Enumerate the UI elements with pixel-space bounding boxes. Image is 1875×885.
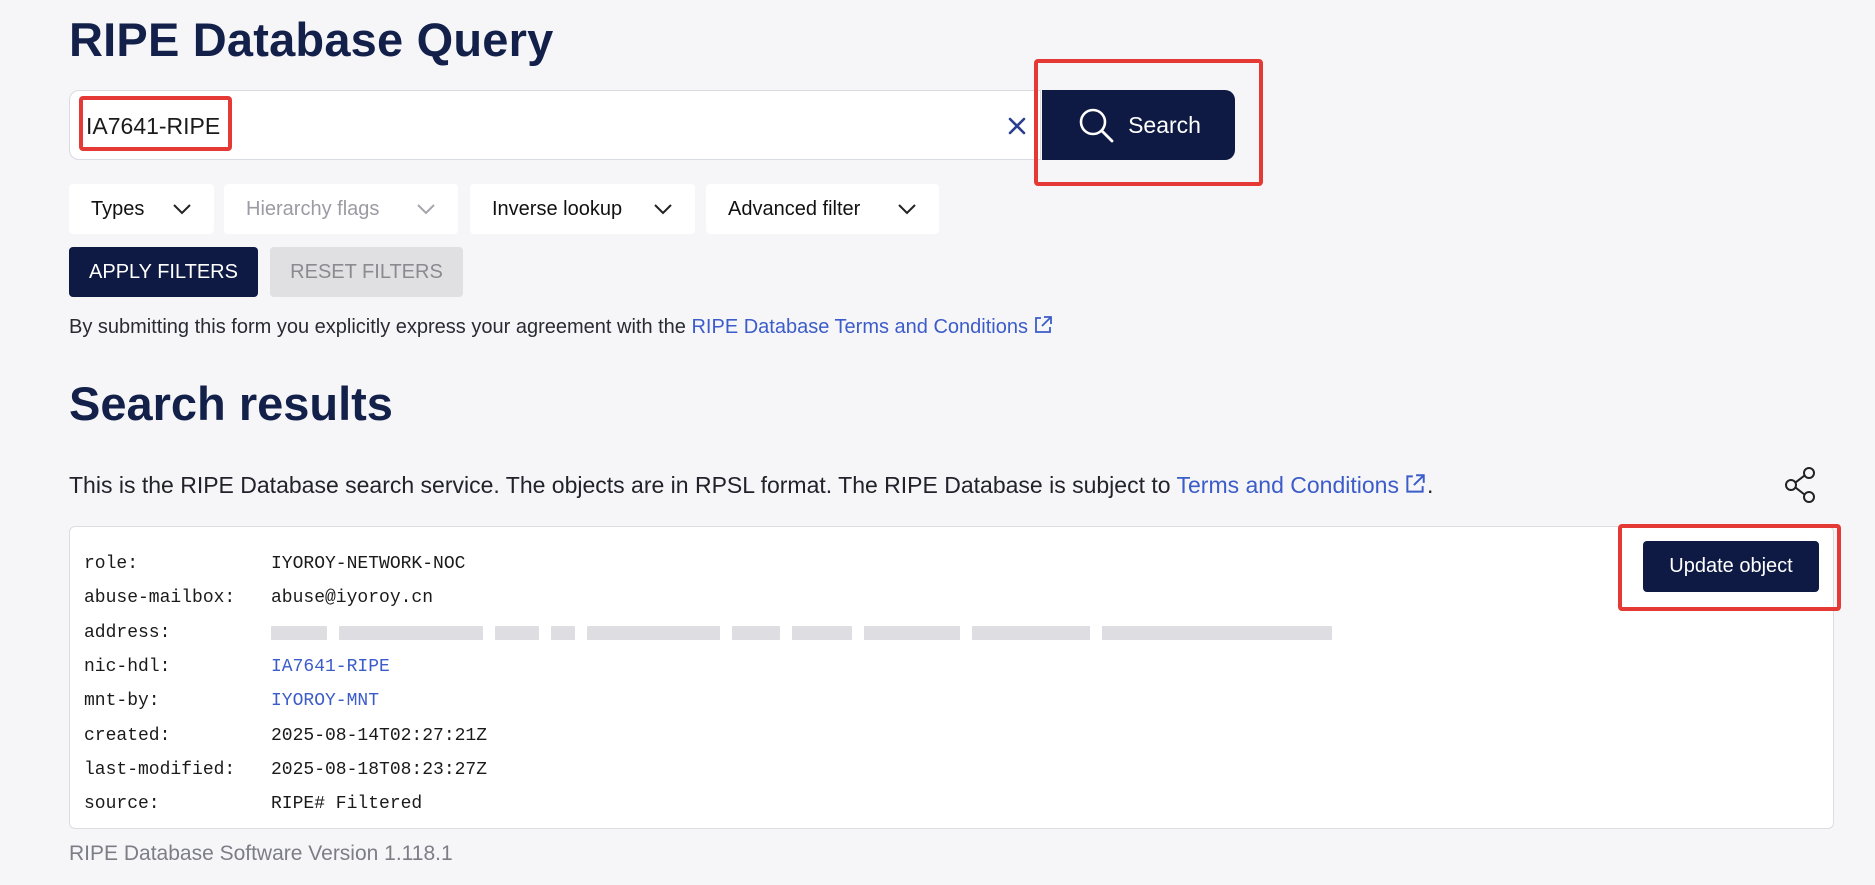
rpsl-key: mnt-by:: [84, 691, 160, 712]
highlight-box-search-value: [79, 96, 232, 151]
results-description-end: .: [1426, 472, 1434, 498]
external-link-icon: [1032, 314, 1054, 342]
agreement-text-body: By submitting this form you explicitly e…: [69, 316, 692, 338]
rpsl-key: created:: [84, 725, 171, 746]
rpsl-key: last-modified:: [84, 759, 236, 780]
chevron-down-icon: [898, 204, 916, 215]
inverse-lookup-label: Inverse lookup: [492, 197, 623, 220]
advanced-filter-label: Advanced filter: [728, 197, 861, 220]
hierarchy-flags-label: Hierarchy flags: [246, 197, 380, 220]
software-version: RIPE Database Software Version 1.118.1: [69, 842, 453, 865]
search-results-title: Search results: [69, 377, 393, 430]
rpsl-key: abuse-mailbox:: [84, 588, 236, 609]
redacted-address: [271, 625, 1332, 640]
share-icon[interactable]: [1783, 466, 1817, 504]
rpsl-key: nic-hdl:: [84, 657, 171, 678]
mnt-by-link[interactable]: IYOROY-MNT: [271, 691, 379, 711]
external-link-icon: [1403, 472, 1427, 502]
rpsl-value: 2025-08-18T08:23:27Z: [271, 759, 488, 780]
advanced-filter-dropdown[interactable]: Advanced filter: [706, 184, 939, 234]
results-description: This is the RIPE Database search service…: [69, 472, 1433, 502]
rpsl-value: IYOROY-NETWORK-NOC: [271, 554, 466, 575]
rpsl-key: address:: [84, 622, 171, 643]
rpsl-row-nic-hdl: nic-hdl: IA7641-RIPE: [84, 650, 1332, 684]
rpsl-value: 2025-08-14T02:27:21Z: [271, 725, 488, 746]
terms-link[interactable]: RIPE Database Terms and Conditions: [691, 316, 1027, 338]
rpsl-row-last-modified: last-modified: 2025-08-18T08:23:27Z: [84, 753, 1332, 787]
results-terms-link[interactable]: Terms and Conditions: [1177, 472, 1399, 498]
rpsl-row-mnt-by: mnt-by: IYOROY-MNT: [84, 684, 1332, 718]
rpsl-value: RIPE# Filtered: [271, 794, 423, 815]
hierarchy-flags-dropdown[interactable]: Hierarchy flags: [224, 184, 458, 234]
types-filter-dropdown[interactable]: Types: [69, 184, 214, 234]
rpsl-row-abuse-mailbox: abuse-mailbox: abuse@iyoroy.cn: [84, 581, 1332, 615]
rpsl-key: source:: [84, 794, 160, 815]
page-title: RIPE Database Query: [69, 13, 554, 66]
reset-filters-button[interactable]: RESET FILTERS: [270, 247, 463, 297]
rpsl-row-address: address:: [84, 616, 1332, 650]
rpsl-object: role: IYOROY-NETWORK-NOC abuse-mailbox: …: [84, 547, 1332, 821]
highlight-box-update-button: [1618, 524, 1841, 611]
chevron-down-icon: [417, 204, 435, 215]
chevron-down-icon: [173, 204, 191, 215]
chevron-down-icon: [654, 204, 672, 215]
rpsl-object-box: role: IYOROY-NETWORK-NOC abuse-mailbox: …: [69, 526, 1834, 829]
inverse-lookup-dropdown[interactable]: Inverse lookup: [470, 184, 695, 234]
clear-icon[interactable]: [1004, 113, 1030, 139]
rpsl-row-role: role: IYOROY-NETWORK-NOC: [84, 547, 1332, 581]
rpsl-row-source: source: RIPE# Filtered: [84, 787, 1332, 821]
agreement-text: By submitting this form you explicitly e…: [69, 314, 1054, 342]
results-description-text: This is the RIPE Database search service…: [69, 472, 1177, 498]
rpsl-row-created: created: 2025-08-14T02:27:21Z: [84, 718, 1332, 752]
rpsl-value: abuse@iyoroy.cn: [271, 588, 434, 609]
types-filter-label: Types: [91, 197, 145, 220]
nic-hdl-link[interactable]: IA7641-RIPE: [271, 657, 390, 677]
highlight-box-search-button: [1034, 59, 1263, 186]
rpsl-key: role:: [84, 554, 139, 575]
apply-filters-button[interactable]: APPLY FILTERS: [69, 247, 258, 297]
